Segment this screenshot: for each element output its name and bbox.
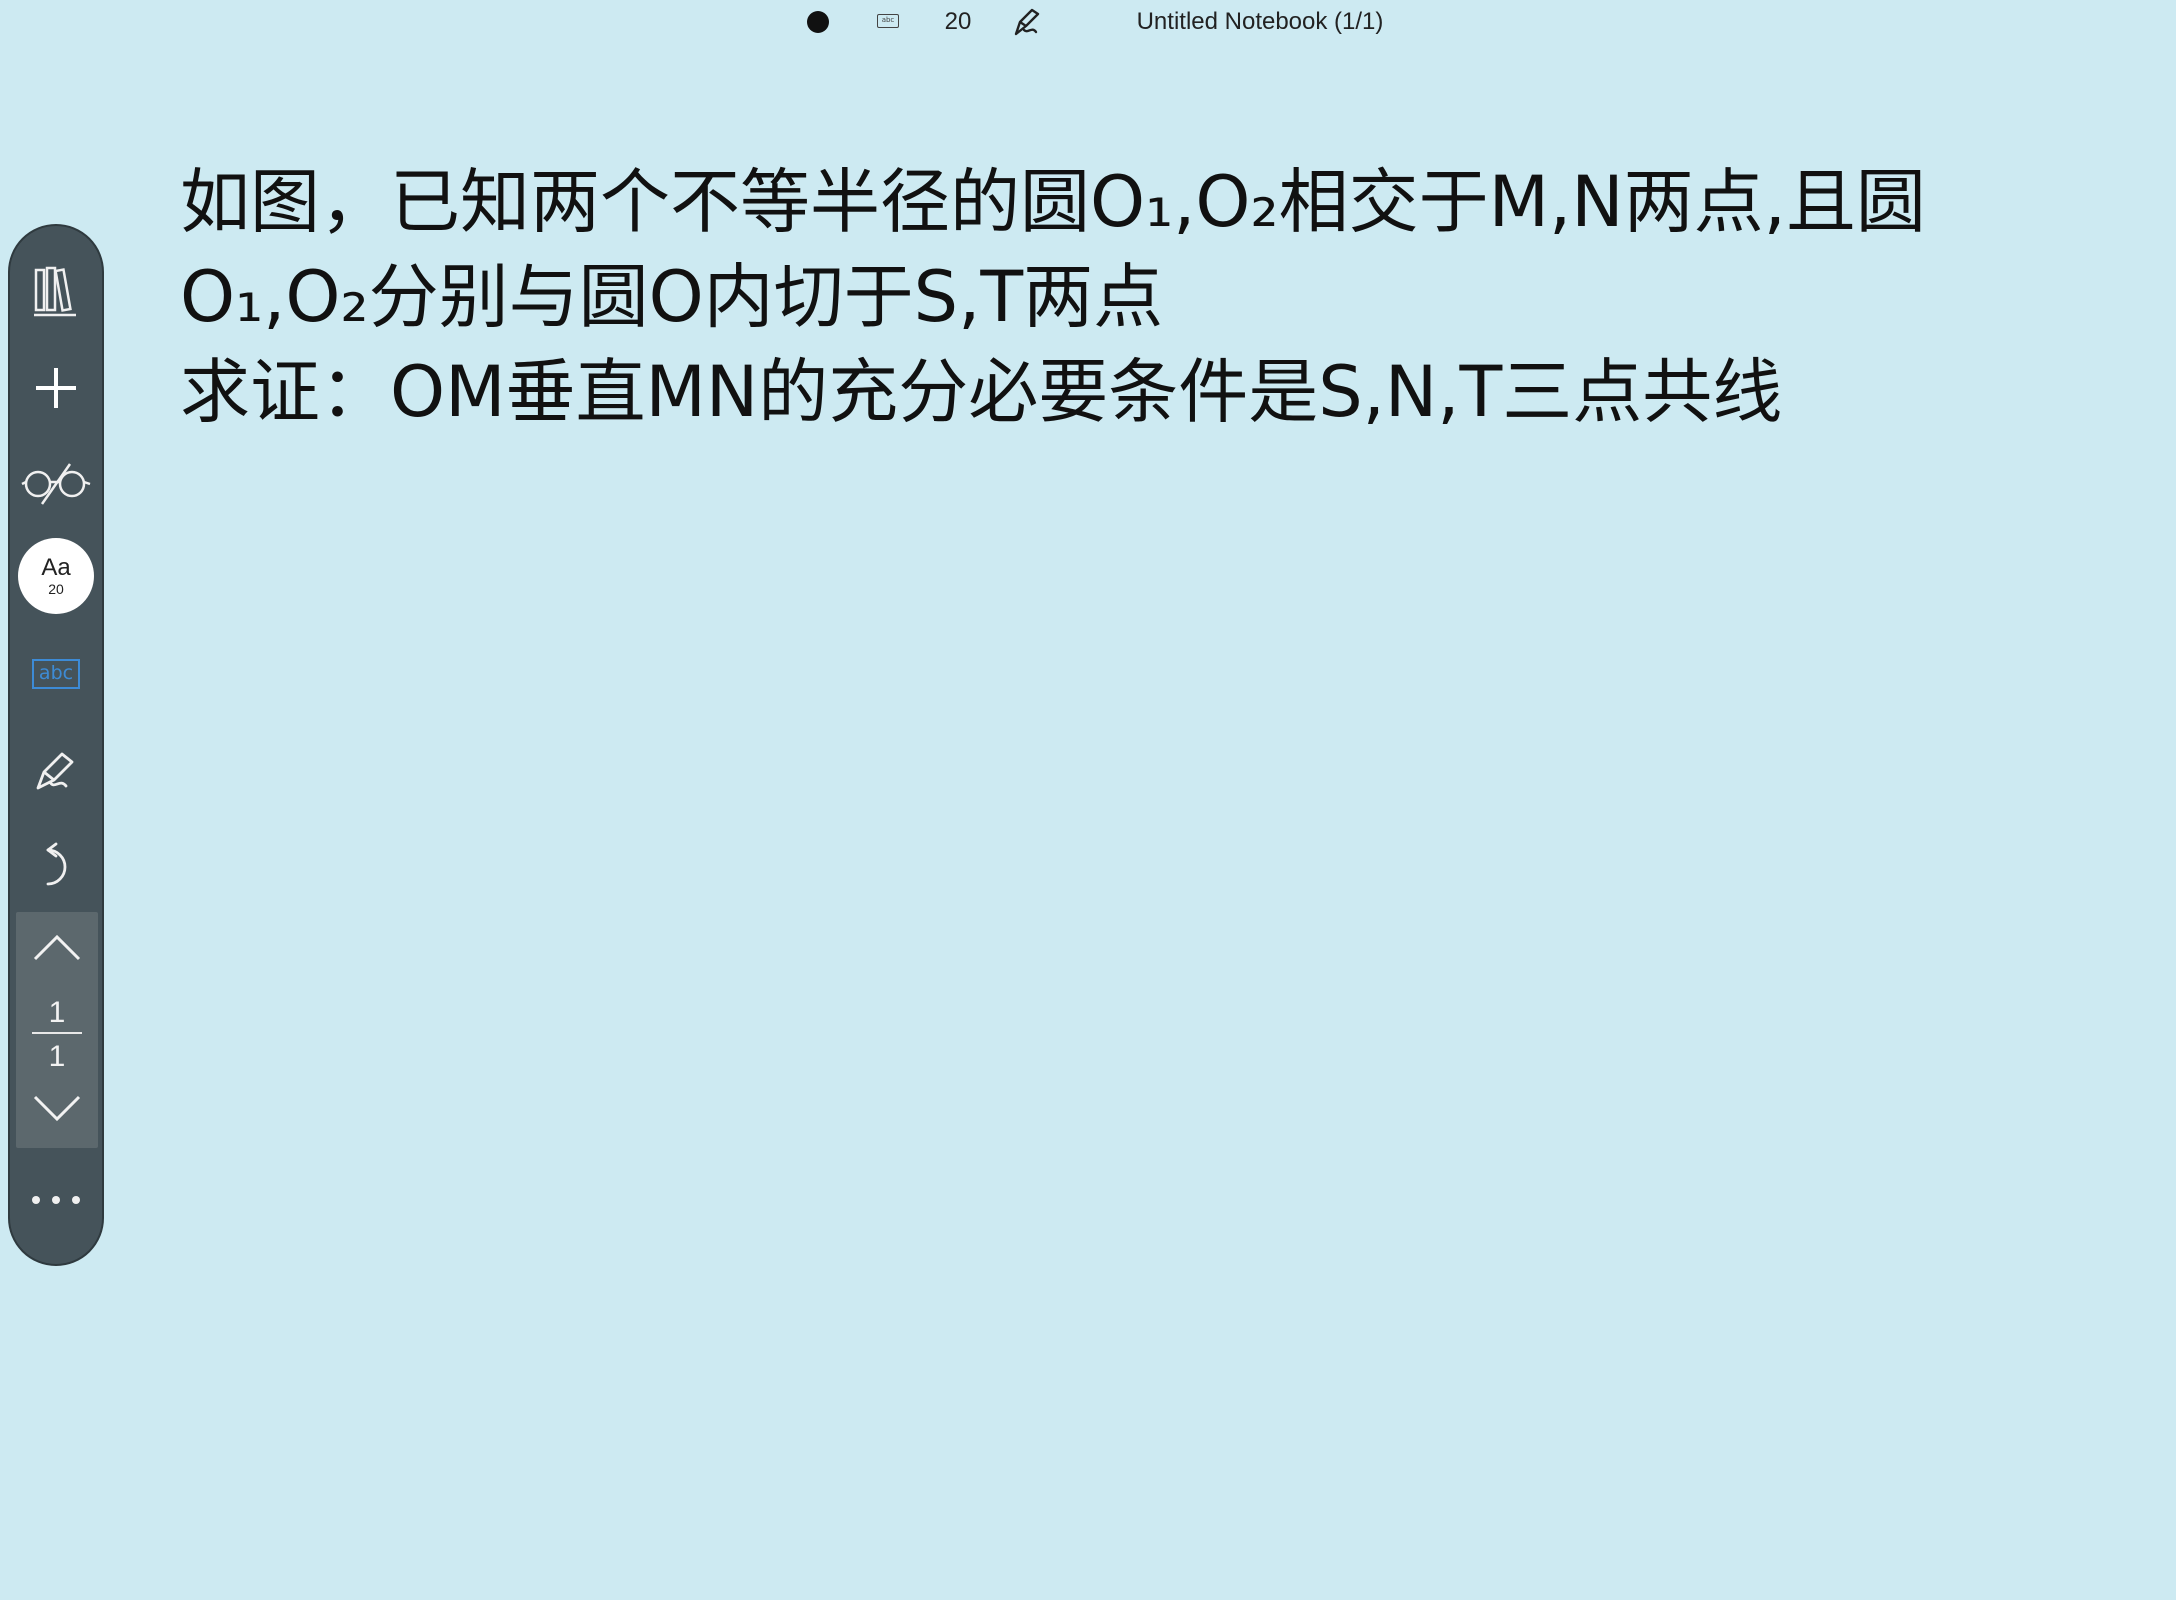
more-options-button[interactable] [10, 1160, 102, 1240]
previous-page-button[interactable] [16, 920, 98, 980]
undo-button[interactable] [10, 826, 102, 906]
notebook-page-text[interactable]: 如图，已知两个不等半径的圆O₁,O₂相交于M,N两点,且圆 O₁,O₂分别与圆O… [180, 155, 2080, 440]
page-navigator: 1 1 [16, 912, 98, 1148]
filled-circle-icon[interactable] [807, 11, 829, 33]
keyboard-abc-icon: abc [32, 659, 80, 689]
pen-icon [30, 744, 82, 796]
top-status-bar: abc 20 Untitled Notebook (1/1) [0, 0, 2176, 48]
add-page-button[interactable] [10, 348, 102, 428]
glasses-icon [20, 460, 92, 508]
page-divider [32, 1032, 82, 1034]
font-size-button[interactable]: Aa 20 [18, 538, 94, 614]
current-page-number: 1 [48, 996, 66, 1029]
font-size-value: 20 [48, 581, 64, 597]
library-books-icon [32, 264, 80, 320]
keyboard-abc-icon[interactable]: abc [877, 14, 899, 28]
pen-icon[interactable] [1010, 4, 1046, 40]
more-dots-icon [30, 1194, 82, 1206]
next-page-button[interactable] [16, 1080, 98, 1140]
view-mode-button[interactable] [10, 444, 102, 524]
plus-icon [32, 364, 80, 412]
notebook-title: Untitled Notebook (1/1) [1136, 8, 1384, 35]
undo-icon [36, 840, 76, 892]
font-size-indicator[interactable]: 20 [938, 6, 978, 38]
chevron-down-icon [32, 1093, 82, 1127]
text-line: 如图，已知两个不等半径的圆O₁,O₂相交于M,N两点,且圆 [180, 161, 1926, 243]
font-label: Aa [41, 554, 71, 581]
total-page-number: 1 [48, 1040, 66, 1073]
text-line: 求证：OM垂直MN的充分必要条件是S,N,T三点共线 [180, 351, 1783, 433]
text-mode-button[interactable]: abc [10, 634, 102, 714]
pen-tool-button[interactable] [10, 730, 102, 810]
left-toolbar: Aa 20 abc 1 1 [8, 224, 104, 1266]
text-line: O₁,O₂分别与圆O内切于S,T两点 [180, 256, 1164, 338]
chevron-up-icon [32, 933, 82, 967]
library-button[interactable] [10, 252, 102, 332]
